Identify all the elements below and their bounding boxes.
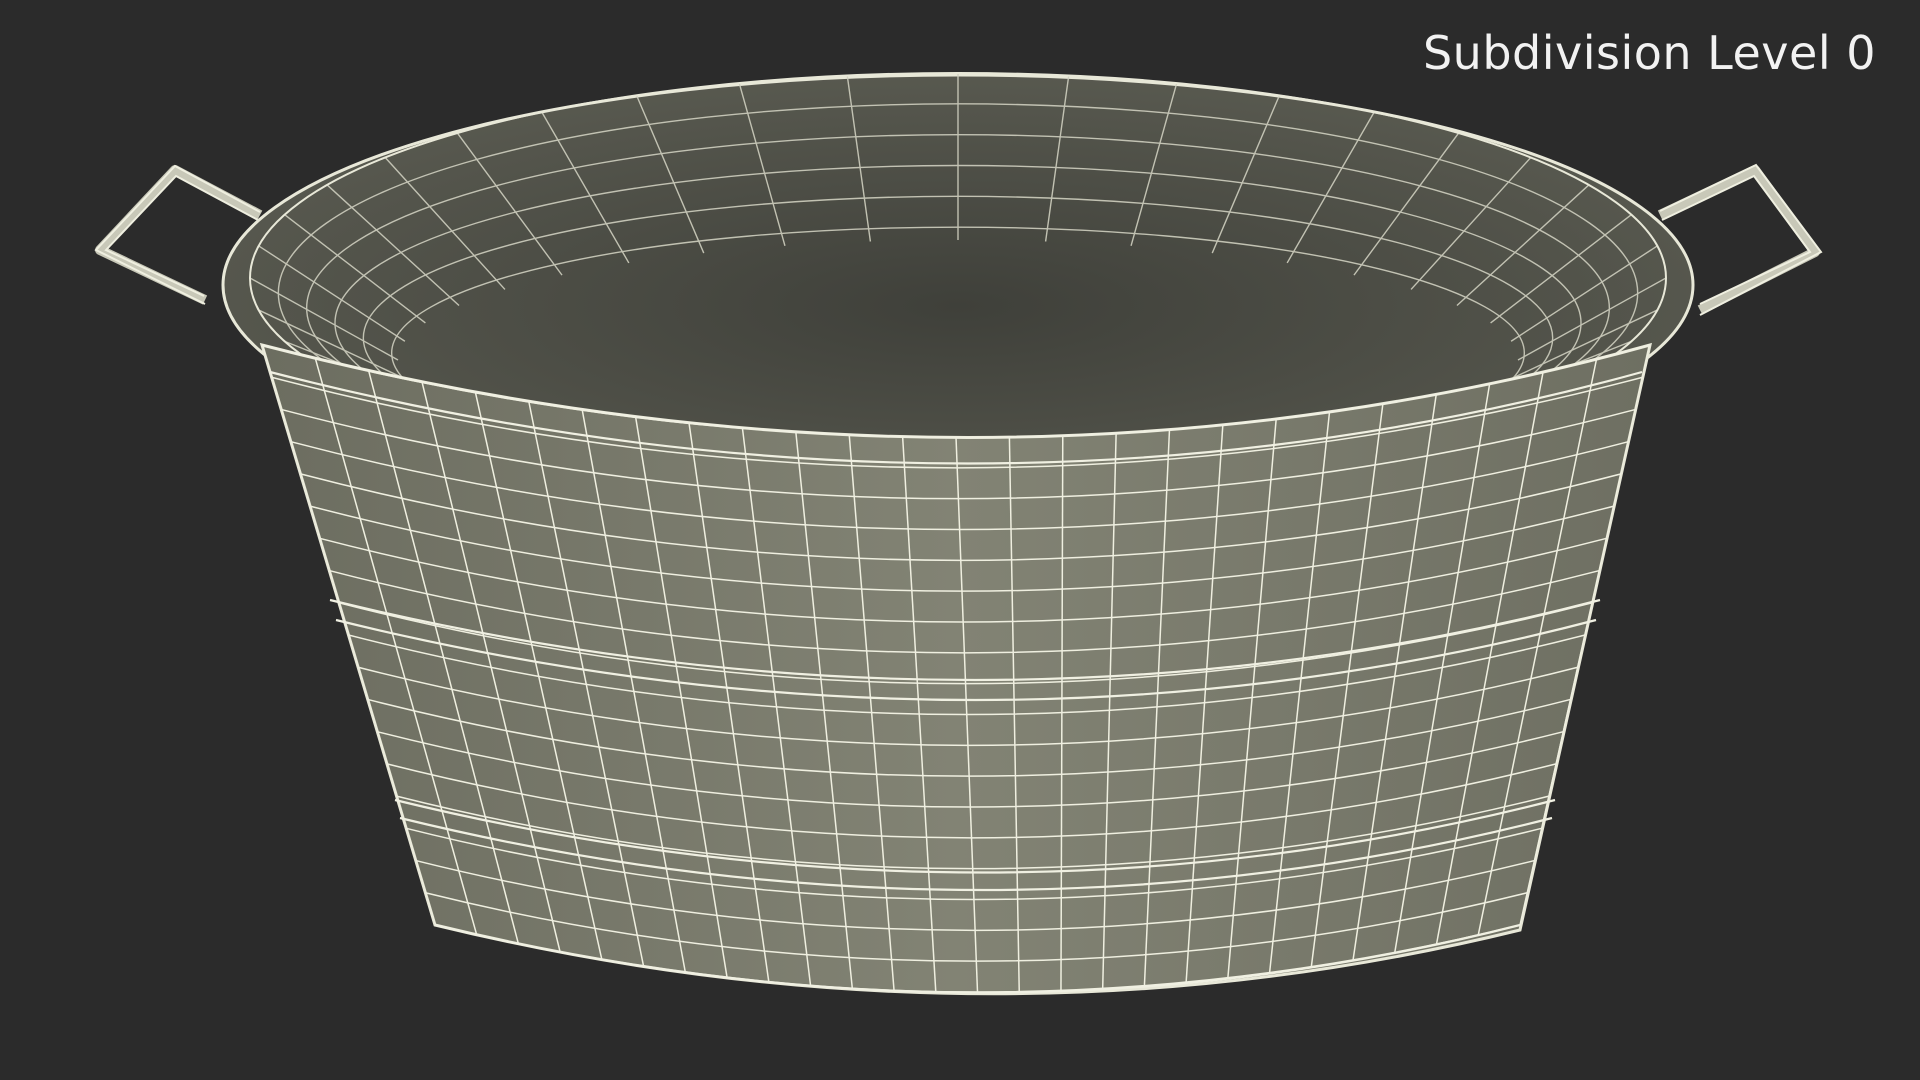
wireframe-tub-render bbox=[94, 72, 1823, 996]
viewport: Subdivision Level 0 bbox=[0, 0, 1920, 1080]
subdivision-level-label: Subdivision Level 0 bbox=[1422, 26, 1876, 80]
